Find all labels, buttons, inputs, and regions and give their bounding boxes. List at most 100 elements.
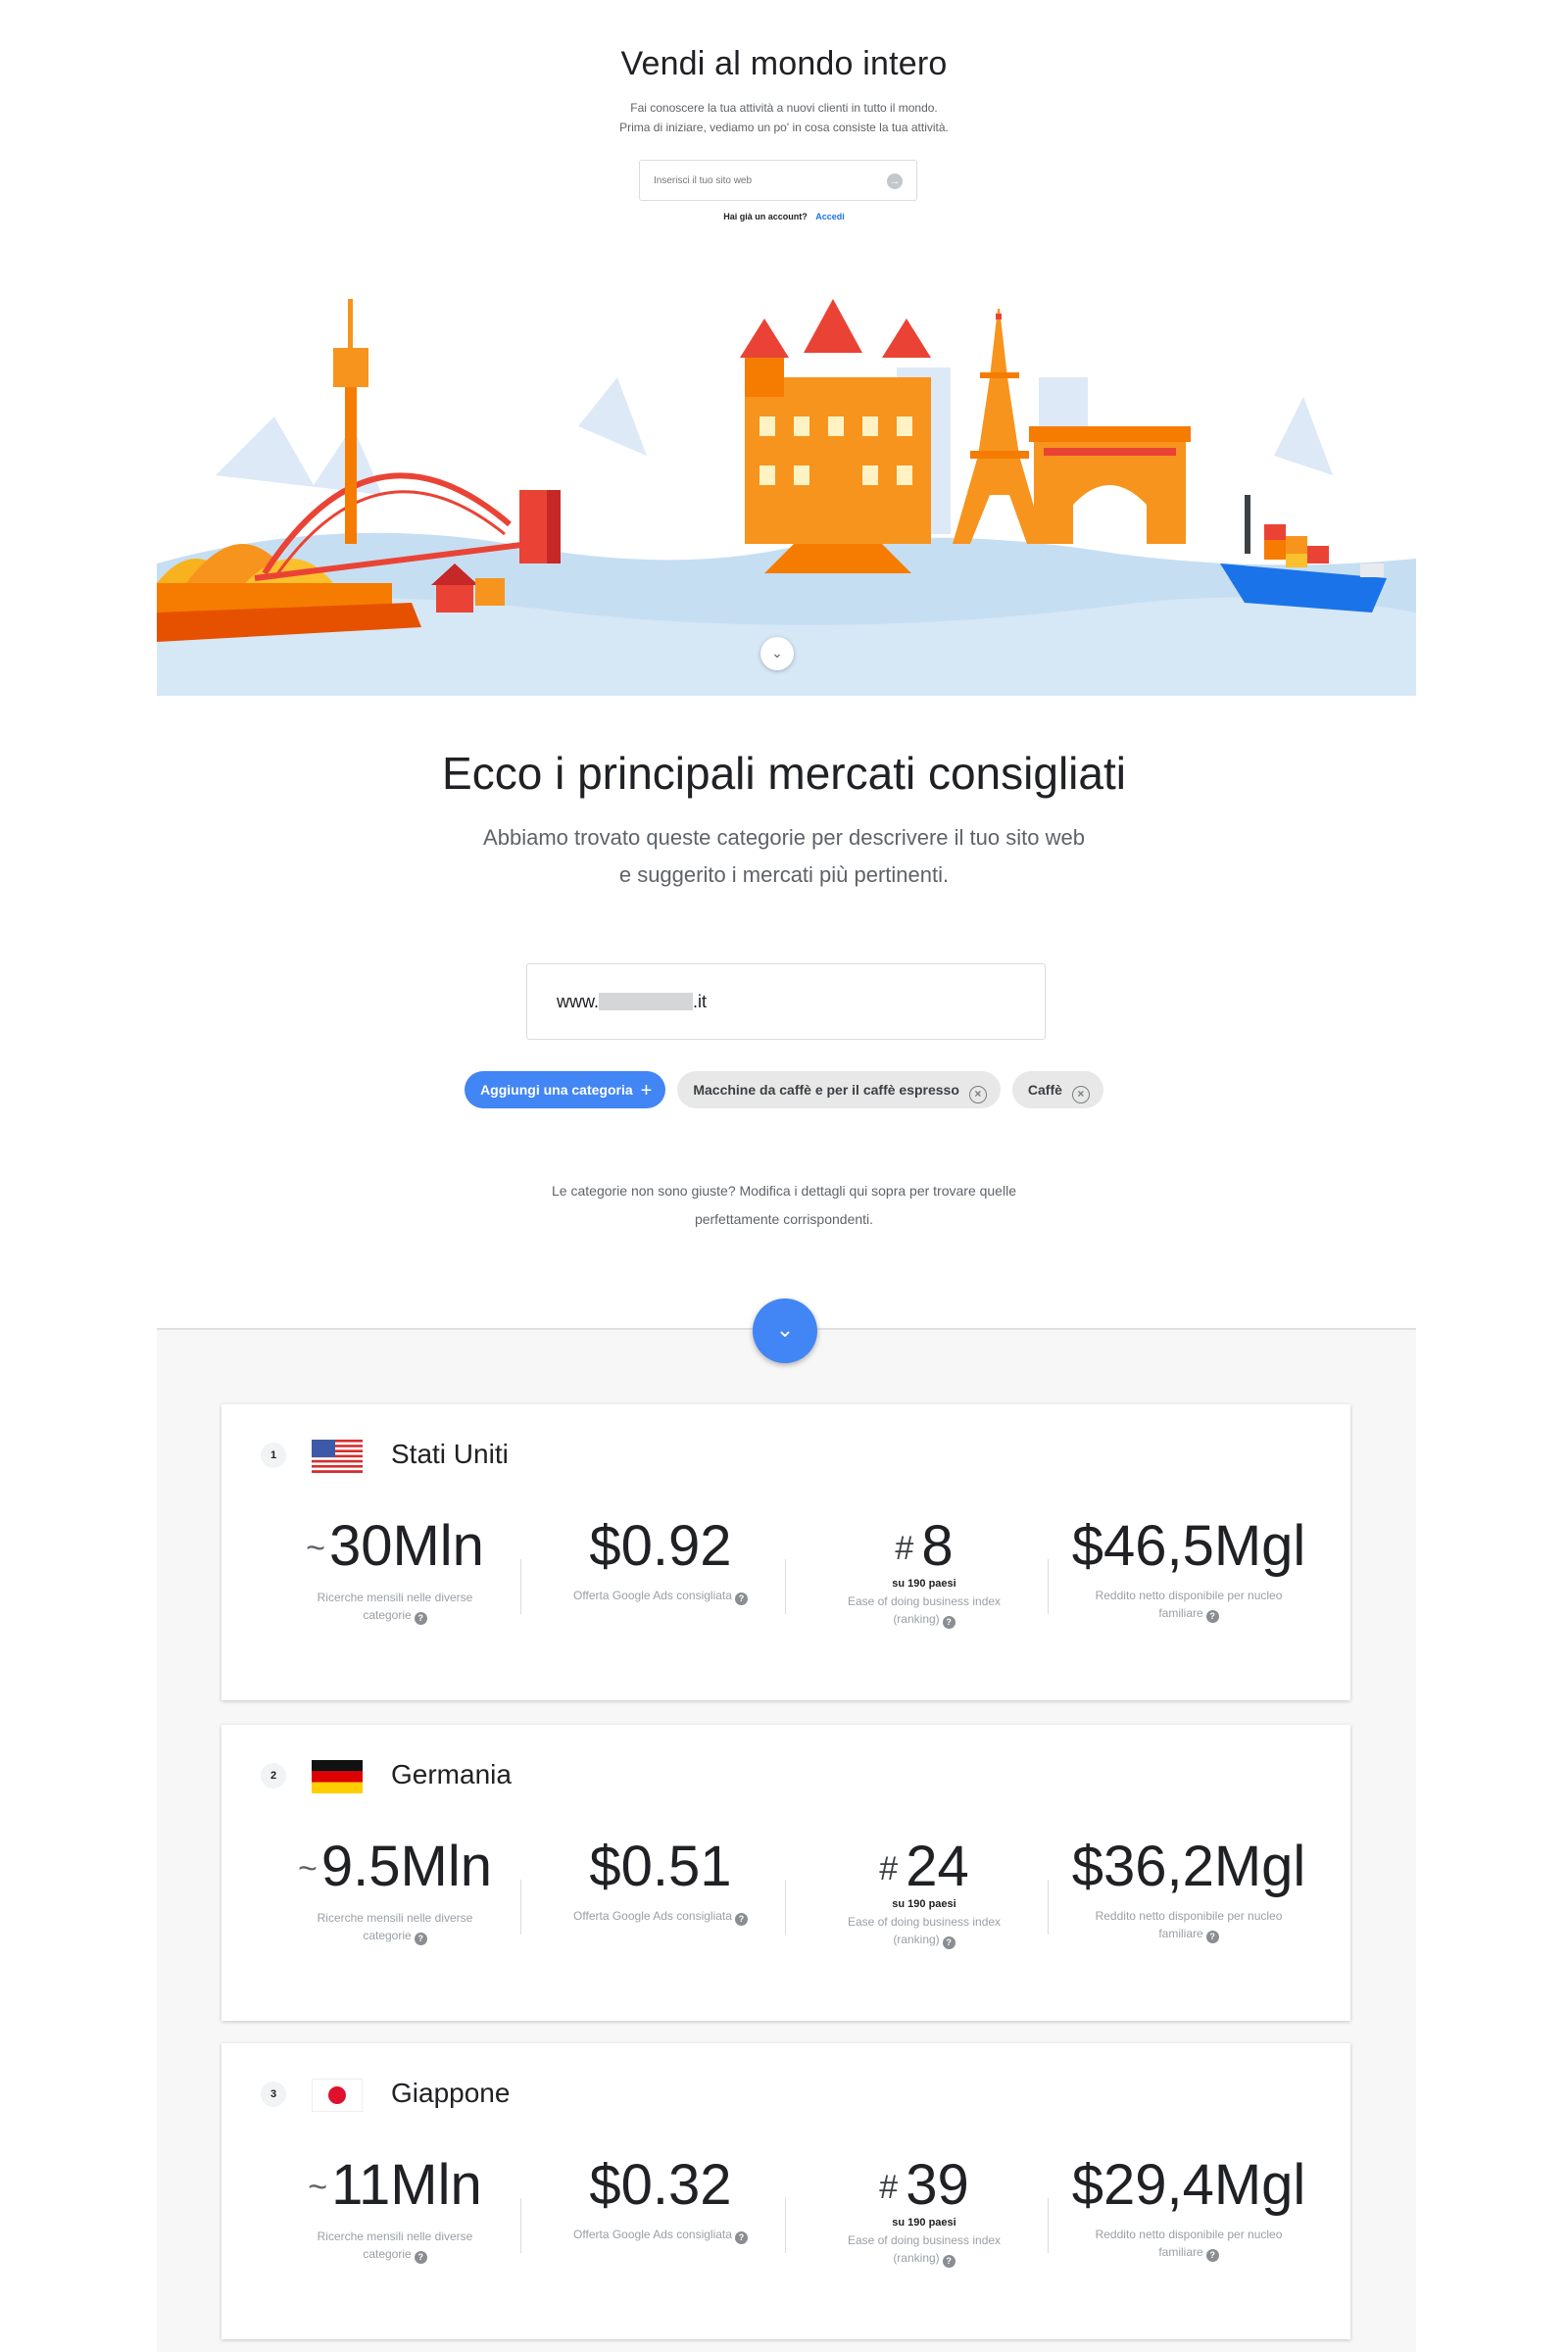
stat-bid: $0.51 Offerta Google Ads consigliata? [528, 1833, 793, 1926]
hero-title: Vendi al mondo intero [620, 45, 948, 82]
market-country: Giappone [391, 2078, 511, 2108]
market-card: 1 Stati Uniti ~30Mln Ricerche mensili ne… [221, 1404, 1350, 1700]
ease-value: 8 [921, 1514, 954, 1578]
hero-section: Vendi al mondo intero Fai conoscere la t… [0, 0, 1568, 696]
category-chip: Caffè × [1011, 1071, 1103, 1108]
searches-label-2: categorie [363, 1608, 412, 1622]
de-flag-icon [312, 1760, 363, 1793]
plus-icon: + [640, 1080, 653, 1102]
hero-subtitle-line-1: Fai conoscere la tua attività a nuovi cl… [630, 101, 938, 115]
ease-value: 39 [906, 2153, 969, 2217]
searches-value: 9.5Mln [320, 1835, 492, 1898]
searches-label: Ricerche mensili nelle diverse [317, 1591, 473, 1604]
category-chip-label: Macchine da caffè e per il caffè espress… [693, 1082, 959, 1098]
help-icon[interactable]: ? [1205, 1610, 1219, 1623]
searches-value: 30Mln [328, 1514, 484, 1578]
stat-divider [520, 1880, 521, 1935]
market-rank: 3 [261, 2082, 286, 2107]
income-value: $29,4Mgl [1071, 2153, 1306, 2217]
stat-divider [785, 1880, 786, 1935]
site-url-field[interactable]: www. .it [526, 963, 1046, 1040]
income-value: $36,2Mgl [1071, 1835, 1306, 1898]
help-icon[interactable]: ? [414, 2251, 427, 2264]
markets-title: Ecco i principali mercati consigliati [442, 748, 1126, 799]
chevron-down-icon: ⌄ [771, 645, 783, 661]
login-link[interactable]: Accedi [815, 212, 845, 221]
stat-divider [785, 2198, 786, 2253]
world-landmarks-illustration [157, 260, 1416, 696]
stat-searches: ~30Mln Ricerche mensili nelle diverse cat… [306, 1514, 484, 1625]
account-text: Hai già un account? [723, 212, 808, 221]
category-chip-label: Caffè [1027, 1082, 1062, 1098]
stat-divider [1048, 1559, 1049, 1614]
stat-ease: #24 su 190 paesi Ease of doing business … [792, 1833, 1056, 1949]
stat-bid: $0.32 Offerta Google Ads consigliata? [528, 2151, 793, 2244]
category-hint-line-1: Le categorie non sono giuste? Modifica i… [552, 1183, 1016, 1199]
website-input-box[interactable]: → [639, 160, 917, 201]
stat-ease: #8 su 190 paesi Ease of doing business i… [792, 1512, 1056, 1629]
help-icon[interactable]: ? [942, 2255, 956, 2268]
market-country: Stati Uniti [391, 1439, 509, 1469]
us-flag-icon [312, 1440, 363, 1473]
hero-subtitle: Fai conoscere la tua attività a nuovi cl… [0, 98, 1568, 137]
help-icon[interactable]: ? [734, 2231, 748, 2244]
help-icon[interactable]: ? [942, 1936, 956, 1949]
jp-flag-icon [312, 2079, 363, 2112]
searches-label: Ricerche mensili nelle diverse [317, 2230, 473, 2243]
stat-divider [1048, 2198, 1049, 2253]
ease-label-2: (ranking) [893, 1612, 940, 1626]
ease-value: 24 [906, 1835, 969, 1898]
remove-category-icon[interactable]: × [968, 1086, 987, 1103]
bid-value: $0.92 [589, 1514, 732, 1578]
arrow-right-icon[interactable]: → [887, 173, 903, 189]
category-hint: Le categorie non sono giuste? Modifica i… [0, 1177, 1568, 1234]
help-icon[interactable]: ? [414, 1612, 427, 1625]
income-label-2: familiare [1158, 1606, 1203, 1620]
stat-divider [1048, 1880, 1049, 1935]
remove-category-icon[interactable]: × [1071, 1086, 1090, 1103]
stat-ease: #39 su 190 paesi Ease of doing business … [792, 2151, 1056, 2268]
site-url-value: www. .it [557, 992, 707, 1012]
stat-searches: ~9.5Mln Ricerche mensili nelle diverse ca… [298, 1835, 492, 1945]
category-chip: Macchine da caffè e per il caffè espress… [677, 1071, 1001, 1108]
ease-of-label: su 190 paesi [892, 1578, 956, 1590]
hero-subtitle-line-2: Prima di iniziare, vediamo un po' in cos… [619, 121, 949, 134]
help-icon[interactable]: ? [942, 1616, 956, 1629]
bid-label: Offerta Google Ads consigliata [573, 2228, 732, 2241]
bid-label: Offerta Google Ads consigliata [573, 1909, 732, 1923]
help-icon[interactable]: ? [414, 1933, 427, 1945]
stat-divider [520, 1559, 521, 1614]
scroll-to-results-button[interactable]: ⌄ [753, 1298, 817, 1363]
website-input[interactable] [654, 161, 879, 200]
stat-divider [785, 1559, 786, 1614]
category-chips: Aggiungi una categoria + Macchine da caffè… [0, 1071, 1568, 1108]
bid-label: Offerta Google Ads consigliata [573, 1589, 732, 1602]
stat-searches: ~11Mln Ricerche mensili nelle diverse cat… [308, 2153, 482, 2264]
add-category-button[interactable]: Aggiungi una categoria + [465, 1071, 666, 1108]
stat-divider [520, 2198, 521, 2253]
income-label: Reddito netto disponibile per nucleo [1095, 1589, 1283, 1602]
ease-label: Ease of doing business index [847, 2233, 1002, 2247]
bid-value: $0.51 [589, 1835, 732, 1898]
stat-bid: $0.92 Offerta Google Ads consigliata? [528, 1512, 793, 1605]
market-card: 2 Germania ~9.5Mln Ricerche mensili nell… [221, 1725, 1350, 2021]
markets-subtitle-line-1: Abbiamo trovato queste categorie per des… [483, 825, 1085, 850]
bid-value: $0.32 [589, 2153, 732, 2217]
stat-income: $46,5Mgl Reddito netto disponibile per n… [1056, 1512, 1321, 1623]
ease-of-label: su 190 paesi [892, 1898, 956, 1910]
help-icon[interactable]: ? [734, 1913, 748, 1926]
searches-label-2: categorie [363, 1929, 412, 1942]
income-label-2: familiare [1158, 1927, 1203, 1940]
scroll-down-button-small[interactable]: ⌄ [760, 637, 794, 670]
help-icon[interactable]: ? [1205, 1931, 1219, 1943]
help-icon[interactable]: ? [734, 1592, 748, 1605]
category-hint-line-2: perfettamente corrispondenti. [694, 1211, 874, 1227]
income-label: Reddito netto disponibile per nucleo [1095, 1909, 1283, 1923]
income-value: $46,5Mgl [1071, 1514, 1306, 1578]
market-card: 3 Giappone ~11Mln Ricerche mensili nelle… [221, 2043, 1350, 2339]
chevron-down-icon: ⌄ [775, 1317, 795, 1342]
ease-label: Ease of doing business index [847, 1594, 1002, 1608]
help-icon[interactable]: ? [1205, 2249, 1219, 2262]
ease-label-2: (ranking) [893, 1933, 940, 1946]
searches-label-2: categorie [363, 2247, 412, 2261]
